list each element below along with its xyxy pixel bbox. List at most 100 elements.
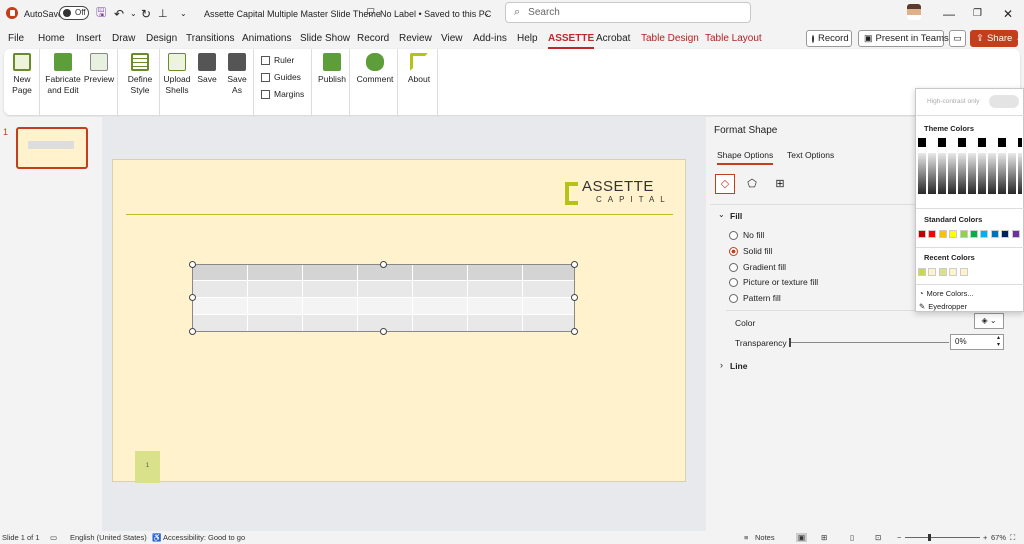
slide[interactable]: ASSETTE CAPITAL 1	[112, 159, 686, 483]
present-in-teams-button[interactable]: ▣ Present in Teams	[858, 30, 949, 47]
pattern-fill-radio[interactable]: Pattern fill	[729, 293, 781, 303]
reading-view-icon[interactable]: ▯	[850, 533, 854, 542]
status-dropdown-icon[interactable]: ⌄	[483, 0, 490, 27]
spell-check-icon[interactable]: ▭	[50, 533, 57, 542]
tab-design[interactable]: Design	[146, 33, 177, 44]
standard-color-swatch[interactable]	[1001, 230, 1010, 238]
tab-table-design[interactable]: Table Design	[641, 33, 699, 44]
resize-handle[interactable]	[380, 328, 387, 335]
present-from-beginning-icon[interactable]: ⊥	[158, 0, 168, 27]
user-avatar[interactable]	[907, 4, 921, 20]
standard-color-swatch[interactable]	[990, 230, 999, 238]
resize-handle[interactable]	[189, 328, 196, 335]
effects-icon[interactable]: ⬠	[744, 176, 760, 192]
theme-colors-grid[interactable]	[918, 138, 1022, 198]
save-shell-button[interactable]: Save	[194, 53, 220, 85]
tab-help[interactable]: Help	[517, 33, 538, 44]
comment-button[interactable]: Comment	[354, 53, 396, 85]
recent-color-swatch[interactable]	[938, 268, 947, 276]
tab-record[interactable]: Record	[357, 33, 389, 44]
spinner-icon[interactable]: ▴ ▾	[997, 335, 1000, 349]
publish-button[interactable]: Publish	[316, 53, 348, 85]
zoom-out-icon[interactable]: −	[897, 533, 901, 542]
fill-heading[interactable]: Fill	[730, 211, 742, 221]
line-expand-icon[interactable]: ›	[720, 360, 723, 370]
recent-color-swatch[interactable]	[959, 268, 968, 276]
size-properties-icon[interactable]: ⊞	[772, 176, 788, 192]
close-icon[interactable]: ✕	[1003, 0, 1013, 27]
restore-icon[interactable]: ❐	[973, 0, 982, 27]
slide-show-icon[interactable]: ⊡	[875, 533, 881, 542]
gradient-fill-radio[interactable]: Gradient fill	[729, 262, 786, 272]
picture-fill-radio[interactable]: Picture or texture fill	[729, 277, 818, 287]
about-button[interactable]: About	[402, 53, 436, 85]
resize-handle[interactable]	[571, 294, 578, 301]
share-button[interactable]: ⇪ Share ⌄	[970, 30, 1023, 47]
undo-icon[interactable]: ↶	[114, 0, 124, 27]
tab-table-layout[interactable]: Table Layout	[705, 33, 762, 44]
tab-transitions[interactable]: Transitions	[186, 33, 235, 44]
table[interactable]	[192, 264, 575, 332]
save-icon[interactable]: 🖫	[96, 0, 106, 27]
label-status[interactable]: No Label • Saved to this PC	[380, 0, 491, 27]
slide-sorter-icon[interactable]: ⊞	[821, 533, 827, 542]
minimize-icon[interactable]: —	[943, 0, 955, 27]
standard-color-swatch[interactable]	[928, 230, 937, 238]
standard-color-swatch[interactable]	[918, 230, 926, 238]
standard-color-swatch[interactable]	[938, 230, 947, 238]
upload-shells-button[interactable]: Upload Shells	[162, 53, 192, 96]
tab-text-options[interactable]: Text Options	[787, 150, 834, 160]
recent-color-swatch[interactable]	[949, 268, 958, 276]
tab-draw[interactable]: Draw	[112, 33, 135, 44]
resize-handle[interactable]	[571, 328, 578, 335]
more-colors-item[interactable]: ◔ More Colors...	[919, 287, 1022, 299]
slide-thumbnail[interactable]	[16, 127, 88, 169]
normal-view-icon[interactable]: ▣	[796, 533, 808, 542]
tab-assette[interactable]: ASSETTE	[548, 33, 595, 49]
tab-add-ins[interactable]: Add-ins	[473, 33, 507, 44]
record-button[interactable]: Record	[806, 30, 852, 47]
transparency-input[interactable]: 0% ▴ ▾	[950, 334, 1004, 350]
transparency-slider[interactable]	[789, 338, 949, 347]
tab-shape-options[interactable]: Shape Options	[717, 150, 774, 165]
preview-button[interactable]: Preview	[82, 53, 116, 85]
tab-slide-show[interactable]: Slide Show	[300, 33, 350, 44]
tab-file[interactable]: File	[8, 33, 24, 44]
standard-color-swatch[interactable]	[1011, 230, 1020, 238]
resize-handle[interactable]	[571, 261, 578, 268]
guides-checkbox[interactable]: Guides	[261, 72, 301, 82]
tab-view[interactable]: View	[441, 33, 463, 44]
fabricate-edit-button[interactable]: Fabricate and Edit	[44, 53, 82, 96]
slider-thumb[interactable]	[789, 338, 791, 347]
define-style-button[interactable]: Define Style	[122, 53, 158, 96]
search-input[interactable]: ⌕ Search	[505, 2, 751, 23]
zoom-slider-thumb[interactable]	[928, 534, 931, 541]
notes-button[interactable]: Notes	[755, 533, 775, 542]
fill-collapse-icon[interactable]: ⌄	[718, 210, 725, 219]
high-contrast-toggle[interactable]	[989, 95, 1019, 108]
solid-fill-radio[interactable]: Solid fill	[729, 246, 772, 256]
recent-color-swatch[interactable]	[918, 268, 926, 276]
no-fill-radio[interactable]: No fill	[729, 230, 764, 240]
tab-acrobat[interactable]: Acrobat	[596, 33, 630, 44]
standard-color-swatch[interactable]	[970, 230, 978, 238]
fill-line-icon[interactable]: ◇	[715, 174, 735, 194]
color-picker-button[interactable]: ◈ ⌄	[974, 313, 1004, 329]
line-heading[interactable]: Line	[730, 361, 747, 371]
standard-color-swatch[interactable]	[980, 230, 989, 238]
tab-animations[interactable]: Animations	[242, 33, 291, 44]
resize-handle[interactable]	[189, 261, 196, 268]
fit-to-window-icon[interactable]: ⛶	[1010, 533, 1015, 543]
zoom-level[interactable]: 67%	[991, 533, 1006, 542]
accessibility-status[interactable]: Accessibility: Good to go	[163, 533, 245, 542]
recent-color-swatch[interactable]	[928, 268, 937, 276]
autosave-toggle[interactable]: Off	[59, 6, 89, 20]
standard-color-swatch[interactable]	[959, 230, 968, 238]
tab-insert[interactable]: Insert	[76, 33, 101, 44]
eyedropper-item[interactable]: ✎ Eyedropper	[919, 300, 1022, 312]
margins-checkbox[interactable]: Margins	[261, 89, 304, 99]
comments-button[interactable]: ▭	[949, 30, 966, 47]
customize-toolbar-icon[interactable]: ⌄	[180, 0, 187, 27]
tab-review[interactable]: Review	[399, 33, 432, 44]
redo-icon[interactable]: ↻	[141, 0, 151, 27]
